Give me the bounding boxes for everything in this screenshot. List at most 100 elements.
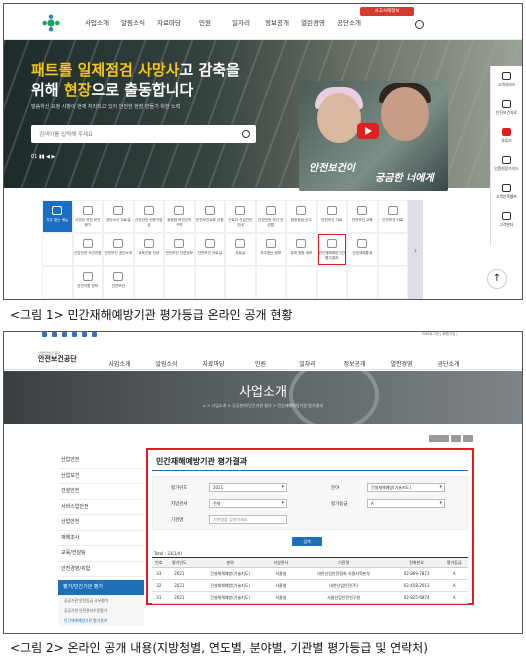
- lnb-item[interactable]: 산업안전: [58, 453, 144, 469]
- banner-pager[interactable]: 01 ▮▮ ◀ ▶: [31, 154, 55, 160]
- menu-item[interactable]: 민원: [187, 17, 223, 27]
- kosha-logo-icon[interactable]: [42, 14, 60, 32]
- kakao-icon[interactable]: [92, 332, 97, 337]
- column-header[interactable]: 분야: [193, 557, 268, 568]
- menu-item[interactable]: 민원: [237, 359, 284, 368]
- side-menu-item[interactable]: 안전보건자료: [491, 94, 522, 122]
- column-header[interactable]: 평가등급: [440, 557, 468, 568]
- column-header[interactable]: 평가년도: [165, 557, 194, 568]
- lnb-item[interactable]: 안전경영/위험: [58, 562, 144, 577]
- lnb-item[interactable]: 산업보건: [58, 469, 144, 484]
- quick-menu-item[interactable]: [133, 266, 164, 299]
- side-menu-item[interactable]: 고객서비스: [491, 66, 522, 94]
- year-select[interactable]: 2021: [209, 483, 287, 492]
- table-cell[interactable]: 서울산업안전연구원: [294, 591, 393, 604]
- blog-icon[interactable]: [42, 332, 47, 337]
- quick-menu-item[interactable]: 안전보건 공단소개: [103, 233, 134, 266]
- video-thumbnail[interactable]: 안전보건이 궁금한 너에게: [299, 81, 448, 191]
- quick-menu-item[interactable]: [164, 266, 195, 299]
- search-input[interactable]: 검색어를 입력해 주세요: [31, 125, 256, 143]
- quick-menu-item[interactable]: 공단소식 자료실: [103, 200, 134, 233]
- twitter-icon[interactable]: [62, 332, 67, 337]
- lnb-subitem[interactable]: 공공기관 안전관리수준평가: [58, 605, 144, 616]
- table-cell[interactable]: 대한산업안전협회 서울지역본부: [294, 567, 393, 580]
- column-header[interactable]: 기관명: [294, 557, 393, 568]
- side-menu-item[interactable]: 유튜브: [491, 122, 522, 150]
- menu-item[interactable]: 공단소개: [425, 359, 472, 368]
- play-icon[interactable]: [357, 123, 379, 139]
- menu-item[interactable]: 알림소식: [143, 359, 190, 368]
- menu-item[interactable]: 자료마당: [190, 359, 237, 368]
- menu-item[interactable]: 알림소식: [115, 17, 151, 27]
- side-menu-item[interactable]: 고객센터: [491, 206, 522, 234]
- menu-item[interactable]: 사업소개: [79, 17, 115, 27]
- side-menu-item[interactable]: 고객만족헬프: [491, 178, 522, 206]
- menu-item[interactable]: 열린경영: [378, 359, 425, 368]
- quick-menu-item[interactable]: [347, 266, 378, 299]
- quick-menu-item[interactable]: 안전보건 자료: [316, 200, 347, 233]
- quick-menu-item-private-evaluation[interactable]: 민간재해예방기관 평가결과: [316, 233, 347, 266]
- site-logo[interactable]: 안전보건공단: [38, 354, 77, 364]
- top-links[interactable]: PMS로그인 | 회원가입 |: [422, 332, 458, 337]
- share-icon[interactable]: [429, 435, 449, 442]
- field-select[interactable]: 건설재해예방(기술지도): [367, 483, 445, 492]
- accident-case-button[interactable]: 사고사례정보: [360, 7, 414, 16]
- quick-menu-item[interactable]: [255, 266, 286, 299]
- instagram-icon[interactable]: [82, 332, 87, 337]
- quick-menu-item[interactable]: [286, 266, 317, 299]
- quick-menu-item[interactable]: 산업재해통계: [347, 233, 378, 266]
- column-header[interactable]: 번호: [152, 557, 166, 568]
- quick-menu-item[interactable]: 산업안전 보건 관련법: [255, 200, 286, 233]
- column-header[interactable]: 지방관서: [267, 557, 295, 568]
- table-row[interactable]: 33 2021 건설재해예방(기술지도) 서울청 대한산업안전협회 서울지역본부…: [152, 567, 468, 580]
- menu-item[interactable]: 일자리: [223, 17, 259, 27]
- quick-menu-item[interactable]: 산업안전 전문가양성: [133, 200, 164, 233]
- menu-item[interactable]: 공단소개: [331, 17, 367, 27]
- lnb-item[interactable]: 산업안전: [58, 515, 144, 531]
- menu-item[interactable]: 일자리: [284, 359, 331, 368]
- menu-item[interactable]: 정보공개: [331, 359, 378, 368]
- quick-menu-item[interactable]: [42, 266, 73, 299]
- menu-item[interactable]: 사업소개: [96, 359, 143, 368]
- lnb-item[interactable]: 재해조사: [58, 531, 144, 546]
- quick-menu-item[interactable]: 위험한 작업관리 구역: [164, 200, 195, 233]
- grade-select[interactable]: A: [367, 499, 445, 508]
- scroll-top-button[interactable]: ↑: [487, 269, 507, 289]
- quick-menu-item[interactable]: [42, 233, 73, 266]
- quick-menu-item[interactable]: 자주 찾는 메뉴: [42, 200, 73, 233]
- table-row[interactable]: 32 2021 건설재해예방(기술지도) 서울청 대한산업안전(주) 02-45…: [152, 579, 468, 592]
- menu-item[interactable]: 열린경영: [295, 17, 331, 27]
- expand-icon[interactable]: [463, 435, 473, 442]
- side-menu-item[interactable]: 인증현장가이드: [491, 150, 522, 178]
- column-header[interactable]: 전화번호: [392, 557, 441, 568]
- print-icon[interactable]: [451, 435, 461, 442]
- quick-menu-item[interactable]: 안전보건: [103, 266, 134, 299]
- quick-menu-item[interactable]: 사업장 안전 보건평가: [72, 200, 103, 233]
- quick-menu-item[interactable]: 자주찾는 정보: [255, 233, 286, 266]
- quick-menu-item[interactable]: [225, 266, 256, 299]
- menu-item[interactable]: 자료마당: [151, 17, 187, 27]
- region-select[interactable]: 전체: [209, 499, 287, 508]
- lnb-item-active[interactable]: 평가/민간기관 평가: [58, 580, 144, 596]
- quick-menu-item[interactable]: 자료실: [225, 233, 256, 266]
- quick-menu-item[interactable]: 안전보건 관련정보: [164, 233, 195, 266]
- table-cell[interactable]: 대한산업안전(주): [294, 579, 393, 592]
- search-icon[interactable]: [242, 130, 250, 138]
- youtube-icon[interactable]: [72, 332, 77, 337]
- quick-menu-item[interactable]: 안전보건 교육: [347, 200, 378, 233]
- search-button[interactable]: 검색: [292, 537, 322, 546]
- lnb-item[interactable]: 서비스업안전: [58, 500, 144, 515]
- lnb-subitem[interactable]: 공공기관 안전등급 소유평가: [58, 595, 144, 606]
- quick-menu-item[interactable]: 안전지원 정보: [72, 266, 103, 299]
- facebook-icon[interactable]: [52, 332, 57, 337]
- agency-name-input[interactable]: 기관명을 입력하세요: [209, 515, 287, 524]
- lnb-item[interactable]: 건설안전: [58, 484, 144, 500]
- quick-menu-item[interactable]: 현장점검 신고: [286, 200, 317, 233]
- lnb-item[interactable]: 교육/컨설팅: [58, 546, 144, 562]
- quick-menu-item[interactable]: 안전보건교육 신청: [194, 200, 225, 233]
- breadcrumb[interactable]: ⌂ > 사업소개 > 공공분야/민간기관 평가 > 민간재해예방기관 평가결과: [4, 403, 522, 409]
- table-row[interactable]: 31 2021 건설재해예방(기술지도) 서울청 서울산업안전연구원 02-82…: [152, 591, 468, 604]
- chevron-right-icon[interactable]: ›: [408, 200, 423, 299]
- quick-menu-item[interactable]: 교육신청 안내: [133, 233, 164, 266]
- quick-menu-item[interactable]: [194, 266, 225, 299]
